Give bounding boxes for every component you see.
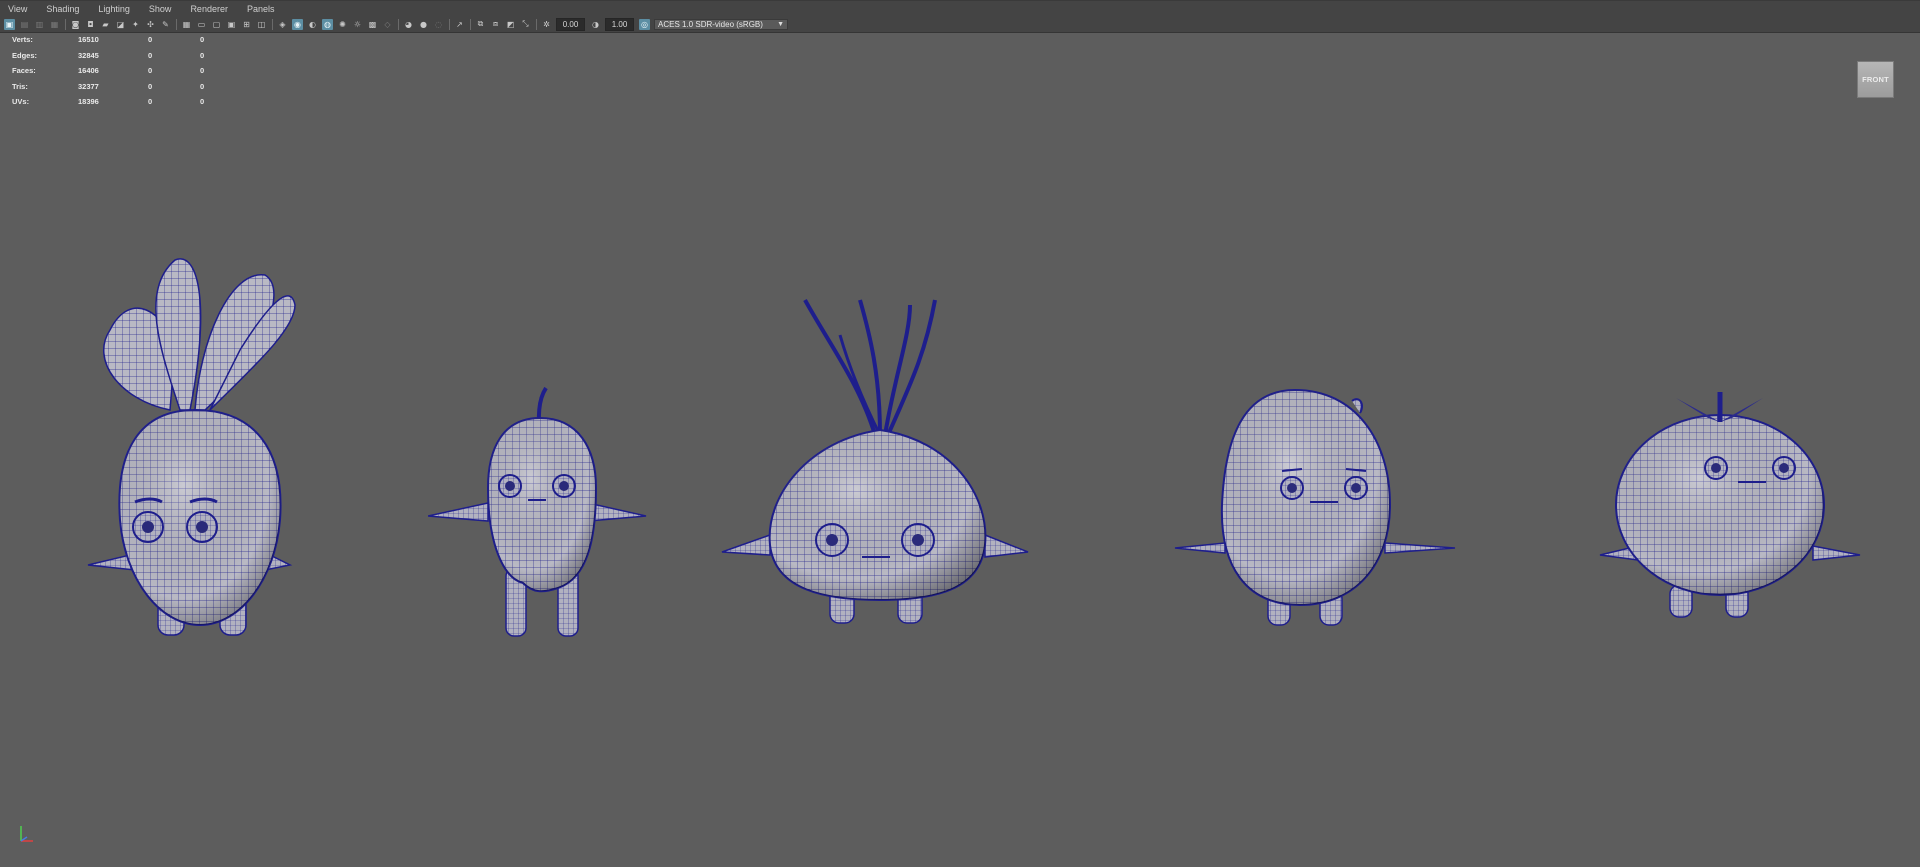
- toolbar-divider: [65, 18, 66, 30]
- hud-row-verts: Verts: 16510 0 0: [12, 32, 204, 48]
- character-carrot-mesh[interactable]: [80, 250, 305, 645]
- textured-icon[interactable]: ⊞: [241, 19, 252, 30]
- image-plane-icon[interactable]: ◙: [70, 19, 81, 30]
- wireframe-icon[interactable]: ▭: [196, 19, 207, 30]
- hud-value: 0: [148, 97, 153, 107]
- depth-of-field-icon[interactable]: ✺: [337, 19, 348, 30]
- toolbar-divider: [536, 18, 537, 30]
- exposure-settings-icon[interactable]: ✲: [541, 19, 552, 30]
- hud-value: 0: [200, 35, 205, 45]
- character-potato-mesh[interactable]: [1170, 385, 1460, 630]
- safe-title-icon[interactable]: ▦: [181, 19, 192, 30]
- hud-value: 32377: [78, 81, 99, 91]
- poly-count-hud: Verts: 16510 0 0 Edges: 32845 0 0 Faces:…: [12, 32, 204, 110]
- gamma-icon[interactable]: ◑: [590, 19, 601, 30]
- toolbar-divider: [398, 18, 399, 30]
- bookmark-icon[interactable]: ▦: [49, 19, 60, 30]
- xray-icon[interactable]: ▩: [367, 19, 378, 30]
- exposure-icon[interactable]: ●: [418, 19, 429, 30]
- menu-lighting[interactable]: Lighting: [98, 4, 130, 14]
- maya-viewport-panel: View Shading Lighting Show Renderer Pane…: [0, 0, 1920, 867]
- chevron-down-icon: ▼: [777, 20, 784, 28]
- menu-shading[interactable]: Shading: [46, 4, 79, 14]
- color-space-dropdown[interactable]: ACES 1.0 SDR-video (sRGB) ▼: [654, 18, 788, 30]
- character-onion-mesh[interactable]: [720, 295, 1040, 635]
- hud-value: 0: [200, 81, 205, 91]
- safe-action-icon[interactable]: ✎: [160, 19, 171, 30]
- menu-view[interactable]: View: [8, 4, 27, 14]
- lights-icon[interactable]: ◫: [256, 19, 267, 30]
- anti-aliasing-icon[interactable]: ◍: [322, 18, 333, 30]
- menu-panels[interactable]: Panels: [247, 4, 275, 14]
- hud-row-tris: Tris: 32377 0 0: [12, 79, 204, 95]
- hud-value: 0: [200, 66, 205, 76]
- hud-label: Verts:: [12, 35, 33, 45]
- hud-toggle-icon[interactable]: ◕: [403, 19, 414, 30]
- hud-value: 0: [148, 66, 153, 76]
- shadows-icon[interactable]: ◈: [277, 19, 288, 30]
- gate-mask-icon[interactable]: ✦: [130, 19, 141, 30]
- toolbar-divider: [470, 18, 471, 30]
- camera-attributes-icon[interactable]: ▥: [34, 19, 45, 30]
- motion-blur-icon[interactable]: ◐: [307, 19, 318, 30]
- hud-value: 32845: [78, 50, 99, 60]
- field-chart-icon[interactable]: ✣: [145, 19, 156, 30]
- film-gate-icon[interactable]: ▰: [100, 19, 111, 30]
- lock-camera-icon[interactable]: ▤: [19, 19, 30, 30]
- viewcube-front[interactable]: FRONT: [1857, 61, 1894, 98]
- axis-gizmo-icon: [16, 822, 40, 846]
- hud-label: Edges:: [12, 50, 38, 60]
- color-management-icon[interactable]: ◎: [639, 18, 650, 30]
- hud-value: 18396: [78, 97, 99, 107]
- select-camera-icon[interactable]: ▣: [4, 18, 15, 30]
- render-view-icon[interactable]: ⧉: [475, 19, 486, 30]
- color-space-label: ACES 1.0 SDR-video (sRGB): [658, 19, 763, 29]
- menu-renderer[interactable]: Renderer: [190, 4, 228, 14]
- toolbar-divider: [449, 18, 450, 30]
- ambient-occlusion-icon[interactable]: ◉: [292, 18, 303, 30]
- xray-joints-icon[interactable]: ◇: [382, 19, 393, 30]
- resolution-gate-icon[interactable]: ◪: [115, 19, 126, 30]
- hud-value: 16510: [78, 35, 99, 45]
- gamma-field[interactable]: 1.00: [605, 17, 634, 31]
- hud-value: 0: [148, 81, 153, 91]
- menu-show[interactable]: Show: [149, 4, 172, 14]
- character-pepper-mesh[interactable]: [428, 378, 648, 643]
- grid-icon[interactable]: ◘: [85, 19, 96, 30]
- toolbar-divider: [176, 18, 177, 30]
- smooth-shade-icon[interactable]: ▢: [211, 19, 222, 30]
- toolbar-divider: [272, 18, 273, 30]
- default-material-icon[interactable]: ▣: [226, 19, 237, 30]
- snapshot-icon[interactable]: ↗: [454, 19, 465, 30]
- hud-label: Tris:: [12, 81, 28, 91]
- hud-label: UVs:: [12, 97, 30, 107]
- backface-culling-icon[interactable]: ◌: [433, 19, 444, 30]
- hud-value: 0: [148, 35, 153, 45]
- hud-row-faces: Faces: 16406 0 0: [12, 63, 204, 79]
- hud-value: 0: [148, 50, 153, 60]
- hud-row-edges: Edges: 32845 0 0: [12, 48, 204, 64]
- hud-value: 16406: [78, 66, 99, 76]
- hud-value: 0: [200, 97, 205, 107]
- character-tomato-mesh[interactable]: [1598, 390, 1863, 630]
- isolate-select-icon[interactable]: ☼: [352, 19, 363, 30]
- exposure-field[interactable]: 0.00: [556, 17, 585, 31]
- uv-editor-icon[interactable]: ◩: [505, 19, 516, 30]
- hypershade-icon[interactable]: ⧈: [490, 19, 501, 30]
- hud-value: 0: [200, 50, 205, 60]
- hud-row-uvs: UVs: 18396 0 0: [12, 94, 204, 110]
- edit-graph-icon[interactable]: ⤡: [520, 19, 531, 30]
- viewcube-label: FRONT: [1862, 75, 1889, 84]
- hud-label: Faces:: [12, 66, 36, 76]
- panel-toolbar: ▣ ▤ ▥ ▦ ◙ ◘ ▰ ◪ ✦ ✣ ✎ ▦ ▭ ▢ ▣ ⊞ ◫ ◈ ◉ ◐ …: [0, 16, 1920, 33]
- panel-menubar: View Shading Lighting Show Renderer Pane…: [0, 0, 1920, 16]
